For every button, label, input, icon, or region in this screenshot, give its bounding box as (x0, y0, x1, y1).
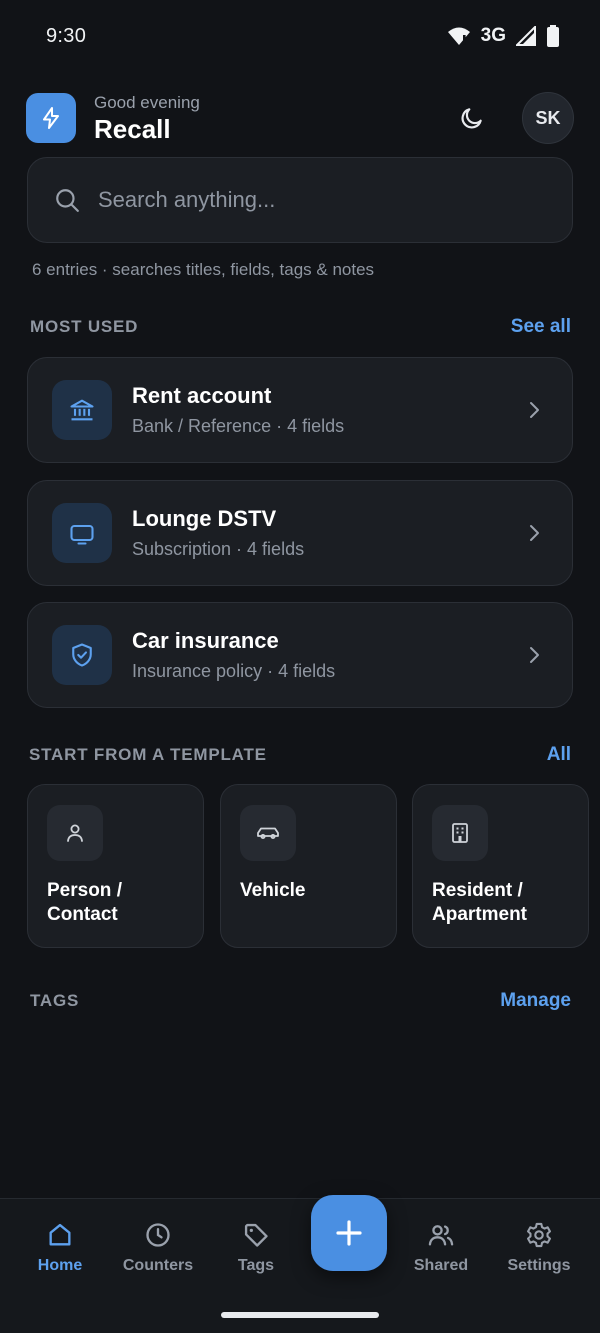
nav-label: Shared (413, 1257, 469, 1274)
entry-card-rent-account[interactable]: Rent account Bank / Reference · 4 fields (27, 357, 573, 463)
entry-icon-container (52, 380, 112, 440)
entry-subtitle: Subscription · 4 fields (132, 539, 305, 559)
users-icon (428, 1225, 454, 1246)
search-hint: 6 entries · searches titles, fields, tag… (32, 260, 375, 279)
chevron-right-icon (514, 390, 554, 430)
chevron-right-icon (514, 513, 554, 553)
app-logo (26, 93, 76, 143)
see-all-link[interactable]: See all (511, 316, 571, 338)
car-icon (257, 827, 279, 839)
templates-header: START FROM A TEMPLATE All (29, 744, 571, 766)
entry-title: Lounge DSTV (132, 506, 277, 531)
home-indicator[interactable] (221, 1312, 379, 1318)
plus-icon (336, 1220, 362, 1246)
clock-icon (146, 1223, 170, 1247)
nav-shared[interactable]: Shared (396, 1221, 486, 1275)
signal-icon (516, 26, 536, 46)
battery-icon (547, 25, 559, 47)
greeting: Good evening (94, 92, 200, 112)
entry-title: Rent account (132, 383, 272, 408)
nav-home[interactable]: Home (15, 1221, 105, 1275)
search-icon (56, 189, 79, 212)
nav-label: Tags (237, 1257, 275, 1274)
search-input[interactable] (98, 187, 518, 213)
all-templates-link[interactable]: All (547, 744, 571, 766)
entry-card-car-insurance[interactable]: Car insurance Insurance policy · 4 field… (27, 602, 573, 708)
tag-icon (244, 1223, 268, 1247)
avatar[interactable]: SK (522, 92, 574, 144)
add-entry-button[interactable] (311, 1195, 387, 1271)
moon-icon (461, 108, 482, 129)
nav-settings[interactable]: Settings (494, 1221, 584, 1275)
nav-counters[interactable]: Counters (113, 1221, 203, 1275)
building-icon (452, 823, 468, 843)
templates-title: START FROM A TEMPLATE (29, 745, 267, 764)
chevron-right-icon (514, 635, 554, 675)
status-icons: 3G (447, 25, 560, 47)
template-label: Vehicle (240, 880, 306, 901)
entry-icon-container (52, 625, 112, 685)
app-header: Good evening Recall SK (26, 92, 574, 144)
search-box[interactable] (27, 157, 573, 243)
tags-title: TAGS (30, 991, 80, 1010)
status-bar: 9:30 3G (0, 0, 600, 72)
template-card-resident[interactable]: Resident / Apartment (412, 784, 589, 948)
entry-icon-container (52, 503, 112, 563)
entry-subtitle: Bank / Reference · 4 fields (132, 416, 345, 436)
header-text: Good evening Recall (94, 93, 200, 144)
tags-header: TAGS Manage (30, 990, 571, 1012)
nav-label: Settings (507, 1257, 571, 1274)
nav-label: Home (37, 1257, 83, 1274)
template-card-person[interactable]: Person / Contact (27, 784, 204, 948)
network-type: 3G (480, 25, 506, 46)
wifi-icon (447, 27, 470, 45)
bank-icon (70, 399, 94, 421)
template-card-vehicle[interactable]: Vehicle (220, 784, 397, 948)
entry-title: Car insurance (132, 628, 279, 653)
status-time: 9:30 (46, 24, 87, 47)
most-used-header: MOST USED See all (30, 316, 571, 338)
gear-icon (526, 1222, 552, 1248)
app-title: Recall (94, 113, 171, 144)
person-icon (67, 824, 83, 842)
lightning-icon (43, 107, 59, 129)
theme-toggle-button[interactable] (450, 96, 494, 140)
nav-label: Counters (122, 1257, 194, 1274)
template-label: Resident / Apartment (432, 880, 528, 925)
home-icon (49, 1223, 71, 1246)
tv-icon (70, 524, 94, 545)
entry-subtitle: Insurance policy · 4 fields (132, 661, 336, 681)
manage-tags-link[interactable]: Manage (500, 990, 571, 1012)
entry-card-lounge-dstv[interactable]: Lounge DSTV Subscription · 4 fields (27, 480, 573, 586)
nav-tags[interactable]: Tags (211, 1221, 301, 1275)
shield-check-icon (72, 643, 92, 667)
most-used-title: MOST USED (30, 317, 139, 336)
template-label: Person / Contact (47, 880, 122, 925)
